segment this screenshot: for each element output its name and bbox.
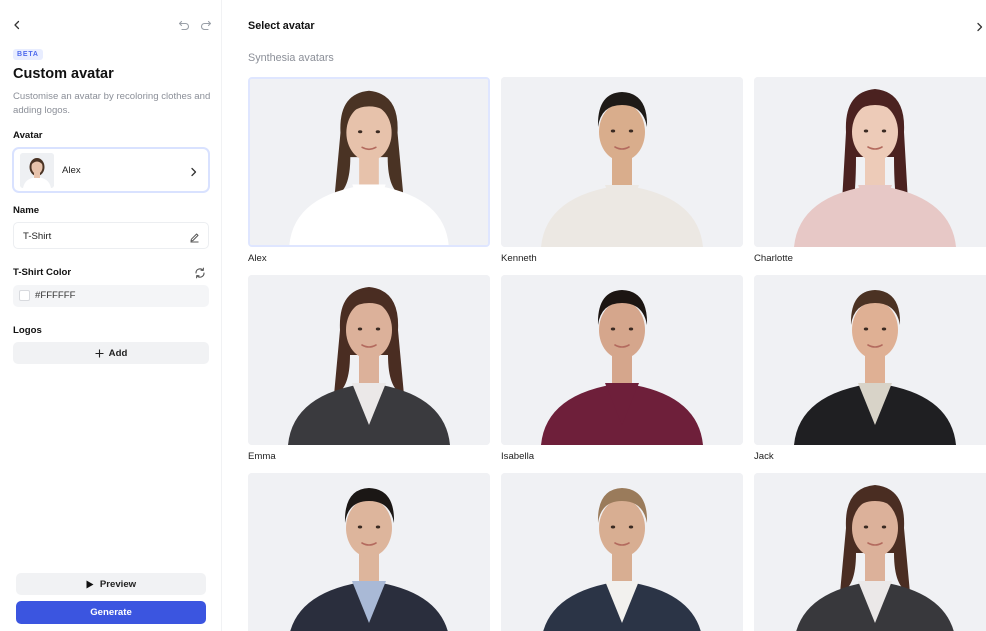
avatar-portrait <box>248 275 490 445</box>
avatar-portrait <box>754 77 986 247</box>
color-input[interactable]: #FFFFFF <box>13 285 209 307</box>
play-icon <box>86 580 94 588</box>
add-logo-label: Add <box>108 347 128 359</box>
name-value: T-Shirt <box>23 231 52 242</box>
select-avatar-panel: Select avatar Synthesia avatars Alex Kenn… <box>230 0 986 631</box>
avatar-selector[interactable]: Alex <box>12 147 210 193</box>
pencil-icon[interactable] <box>189 230 200 248</box>
avatar-name-label: Emma <box>248 451 276 462</box>
plus-icon <box>95 349 104 357</box>
color-value: #FFFFFF <box>35 290 76 301</box>
generate-button[interactable]: Generate <box>16 601 206 624</box>
avatar-card[interactable] <box>754 275 986 445</box>
generate-label: Generate <box>90 607 132 618</box>
beta-badge: BETA <box>13 49 43 60</box>
avatar-portrait <box>501 275 743 445</box>
avatar-card[interactable] <box>248 473 490 631</box>
selected-avatar-name: Alex <box>62 165 81 176</box>
avatar-portrait <box>754 275 986 445</box>
undo-icon[interactable] <box>176 17 192 33</box>
add-logo-button[interactable]: Add <box>13 342 209 364</box>
back-icon[interactable] <box>9 17 25 33</box>
reset-color-icon[interactable] <box>194 266 206 284</box>
avatar-portrait <box>501 77 743 247</box>
page-description: Customise an avatar by recoloring clothe… <box>13 91 211 116</box>
avatar-portrait <box>250 79 488 245</box>
avatar-portrait <box>754 473 986 631</box>
avatar-label: Avatar <box>13 130 43 141</box>
chevron-right-icon[interactable] <box>976 19 984 37</box>
app-root: BETA Custom avatar Customise an avatar b… <box>0 0 986 631</box>
avatar-portrait <box>501 473 743 631</box>
avatar-card[interactable] <box>501 77 743 247</box>
name-field[interactable]: T-Shirt <box>13 222 209 249</box>
logos-label: Logos <box>13 325 42 336</box>
preview-button[interactable]: Preview <box>16 573 206 595</box>
color-swatch[interactable] <box>19 290 30 301</box>
avatar-name-label: Isabella <box>501 451 535 462</box>
preview-label: Preview <box>99 578 137 590</box>
chevron-right-icon <box>190 164 198 182</box>
avatar-name-label: Jack <box>754 451 774 462</box>
avatar-thumbnail <box>20 153 54 188</box>
avatar-card[interactable] <box>501 275 743 445</box>
select-avatar-title: Select avatar <box>248 20 315 32</box>
avatar-name-label: Alex <box>248 253 267 264</box>
name-label: Name <box>13 205 40 216</box>
page-title: Custom avatar <box>13 66 114 82</box>
custom-avatar-panel: BETA Custom avatar Customise an avatar b… <box>0 0 222 631</box>
avatar-card[interactable] <box>754 473 986 631</box>
panel-toolbar <box>0 0 221 50</box>
avatar-name-label: Kenneth <box>501 253 537 264</box>
avatar-card[interactable] <box>248 77 490 247</box>
avatar-card[interactable] <box>248 275 490 445</box>
avatar-name-label: Charlotte <box>754 253 793 264</box>
color-label: T-Shirt Color <box>13 267 72 278</box>
section-title: Synthesia avatars <box>248 52 334 64</box>
avatar-portrait <box>248 473 490 631</box>
redo-icon[interactable] <box>198 17 214 33</box>
avatar-card[interactable] <box>501 473 743 631</box>
avatar-card[interactable] <box>754 77 986 247</box>
